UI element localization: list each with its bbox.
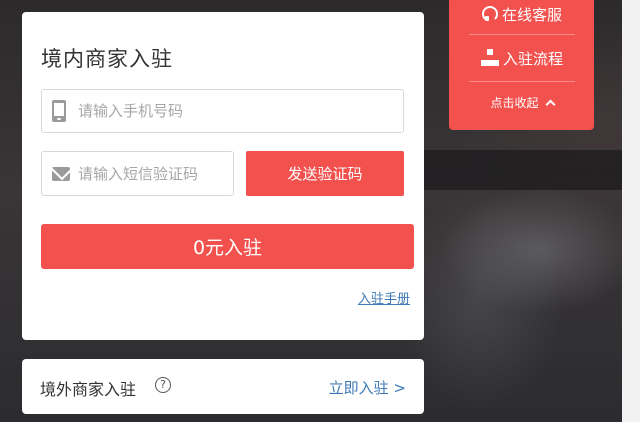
online-service-button[interactable]: 在线客服 (469, 0, 575, 28)
online-service-label: 在线客服 (501, 5, 562, 24)
phone-input[interactable] (78, 90, 398, 132)
divider (469, 81, 575, 82)
join-process-label: 入驻流程 (502, 49, 563, 68)
card-title: 境内商家入驻 (41, 47, 173, 71)
sms-code-input[interactable] (78, 152, 228, 195)
scrollbar-track (622, 0, 640, 422)
side-float-panel: 在线客服 入驻流程 点击收起 (449, 0, 594, 130)
phone-icon (52, 100, 66, 122)
flowchart-icon (480, 49, 499, 67)
phone-field[interactable] (41, 89, 404, 133)
divider (469, 34, 575, 35)
mail-icon (52, 166, 70, 181)
headset-icon (481, 6, 498, 22)
collapse-label: 点击收起 (490, 95, 539, 110)
collapse-button[interactable]: 点击收起 (469, 90, 575, 114)
free-join-button[interactable]: 0元入驻 (41, 224, 414, 269)
help-icon[interactable]: ? (155, 377, 171, 393)
send-code-button[interactable]: 发送验证码 (246, 151, 404, 196)
overseas-join-link[interactable]: 立即入驻 > (329, 377, 406, 398)
background-shadow (424, 150, 624, 190)
overseas-title: 境外商家入驻 (40, 380, 137, 399)
chevron-up-icon (545, 99, 555, 109)
sms-code-field[interactable] (41, 151, 234, 196)
overseas-register-card: 境外商家入驻 ? 立即入驻 > (22, 359, 424, 414)
join-manual-link[interactable]: 入驻手册 (358, 288, 410, 307)
join-process-button[interactable]: 入驻流程 (469, 44, 575, 72)
domestic-register-card: 境内商家入驻 发送验证码 0元入驻 入驻手册 (22, 12, 424, 340)
